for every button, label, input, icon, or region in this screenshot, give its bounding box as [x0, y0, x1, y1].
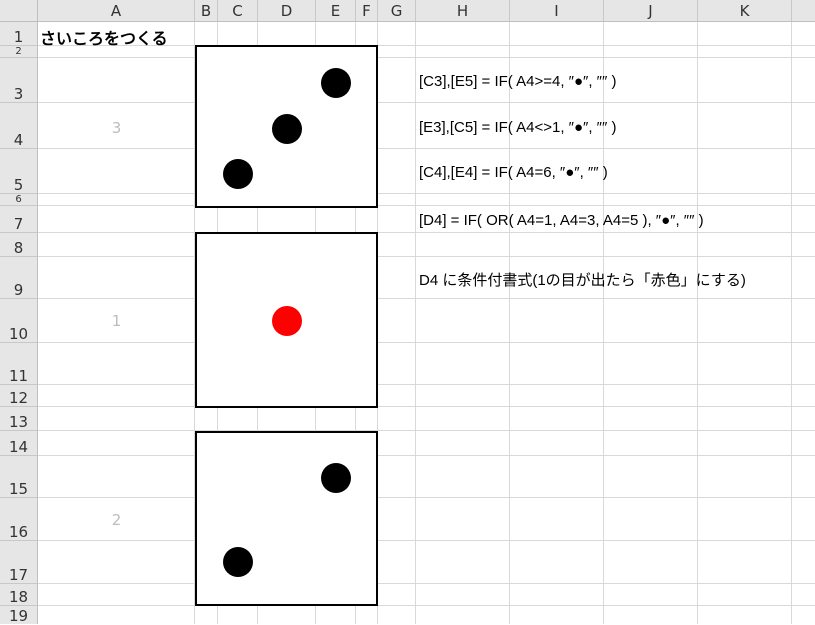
pip-dot-red	[272, 306, 302, 336]
row-header-15[interactable]: 15	[0, 456, 38, 498]
gridline	[38, 193, 815, 194]
formula-note-4[interactable]: [D4] = IF( OR( A4=1, A4=3, A4=5 ), ″●″, …	[419, 212, 704, 229]
pip-dot	[321, 68, 351, 98]
pip-dot	[223, 159, 253, 189]
column-header-a[interactable]: A	[38, 0, 195, 22]
row-header-3[interactable]: 3	[0, 58, 38, 103]
row-header-4[interactable]: 4	[0, 103, 38, 149]
formula-note-1[interactable]: [C3],[E5] = IF( A4>=4, ″●″, ″″ )	[419, 73, 616, 90]
gridline	[38, 342, 815, 343]
gridline	[38, 406, 815, 407]
dice-value-cell-1[interactable]: 3	[38, 119, 195, 137]
row-header-2[interactable]: 2	[0, 46, 38, 58]
gridline	[791, 22, 792, 624]
gridline	[38, 455, 815, 456]
spreadsheet[interactable]: A B C D E F G H I J K 1 2 3 4 5 6 7 8 9 …	[0, 0, 815, 624]
gridline	[38, 384, 815, 385]
column-header-h[interactable]: H	[416, 0, 510, 22]
column-header-g[interactable]: G	[378, 0, 416, 22]
column-header-j[interactable]: J	[604, 0, 698, 22]
column-header-e[interactable]: E	[316, 0, 356, 22]
gridline	[38, 102, 815, 103]
formula-note-5[interactable]: D4 に条件付書式(1の目が出たら「赤色」にする)	[419, 269, 746, 290]
pip-dot	[321, 463, 351, 493]
column-header-i[interactable]: I	[510, 0, 604, 22]
row-header-14[interactable]: 14	[0, 431, 38, 456]
title-cell[interactable]: さいころをつくる	[40, 25, 168, 49]
column-header-k[interactable]: K	[698, 0, 792, 22]
gridline	[415, 22, 416, 624]
gridline	[38, 57, 815, 58]
row-header-5[interactable]: 5	[0, 149, 38, 194]
column-header-b[interactable]: B	[195, 0, 218, 22]
row-header-11[interactable]: 11	[0, 343, 38, 385]
gridline	[38, 497, 815, 498]
gridline	[38, 256, 815, 257]
gridline	[38, 298, 815, 299]
row-header-8[interactable]: 8	[0, 233, 38, 257]
gridline	[38, 430, 815, 431]
row-header-9[interactable]: 9	[0, 257, 38, 299]
pip-dot	[223, 547, 253, 577]
row-header-17[interactable]: 17	[0, 541, 38, 584]
gridline	[38, 583, 815, 584]
column-header-c[interactable]: C	[218, 0, 258, 22]
row-header-18[interactable]: 18	[0, 584, 38, 606]
row-header-19[interactable]: 19	[0, 606, 38, 624]
gridline	[509, 22, 510, 624]
row-header-6[interactable]: 6	[0, 194, 38, 206]
gridline	[603, 22, 604, 624]
row-header-10[interactable]: 10	[0, 299, 38, 343]
gridline	[38, 232, 815, 233]
dice-value-cell-3[interactable]: 2	[38, 511, 195, 529]
pip-dot	[272, 114, 302, 144]
row-header-12[interactable]: 12	[0, 385, 38, 407]
select-all-corner[interactable]	[0, 0, 38, 22]
row-header-13[interactable]: 13	[0, 407, 38, 431]
row-header-16[interactable]: 16	[0, 498, 38, 541]
column-header-f[interactable]: F	[356, 0, 378, 22]
gridline	[38, 540, 815, 541]
column-header-d[interactable]: D	[258, 0, 316, 22]
gridline	[38, 205, 815, 206]
gridline	[697, 22, 698, 624]
formula-note-2[interactable]: [E3],[C5] = IF( A4<>1, ″●″, ″″ )	[419, 119, 616, 136]
gridline	[38, 605, 815, 606]
row-header-1[interactable]: 1	[0, 22, 38, 46]
die-face-3[interactable]	[195, 431, 378, 606]
row-header-7[interactable]: 7	[0, 206, 38, 233]
column-header-l[interactable]	[792, 0, 815, 22]
formula-note-3[interactable]: [C4],[E4] = IF( A4=6, ″●″, ″″ )	[419, 164, 608, 181]
gridline	[38, 148, 815, 149]
dice-value-cell-2[interactable]: 1	[38, 312, 195, 330]
